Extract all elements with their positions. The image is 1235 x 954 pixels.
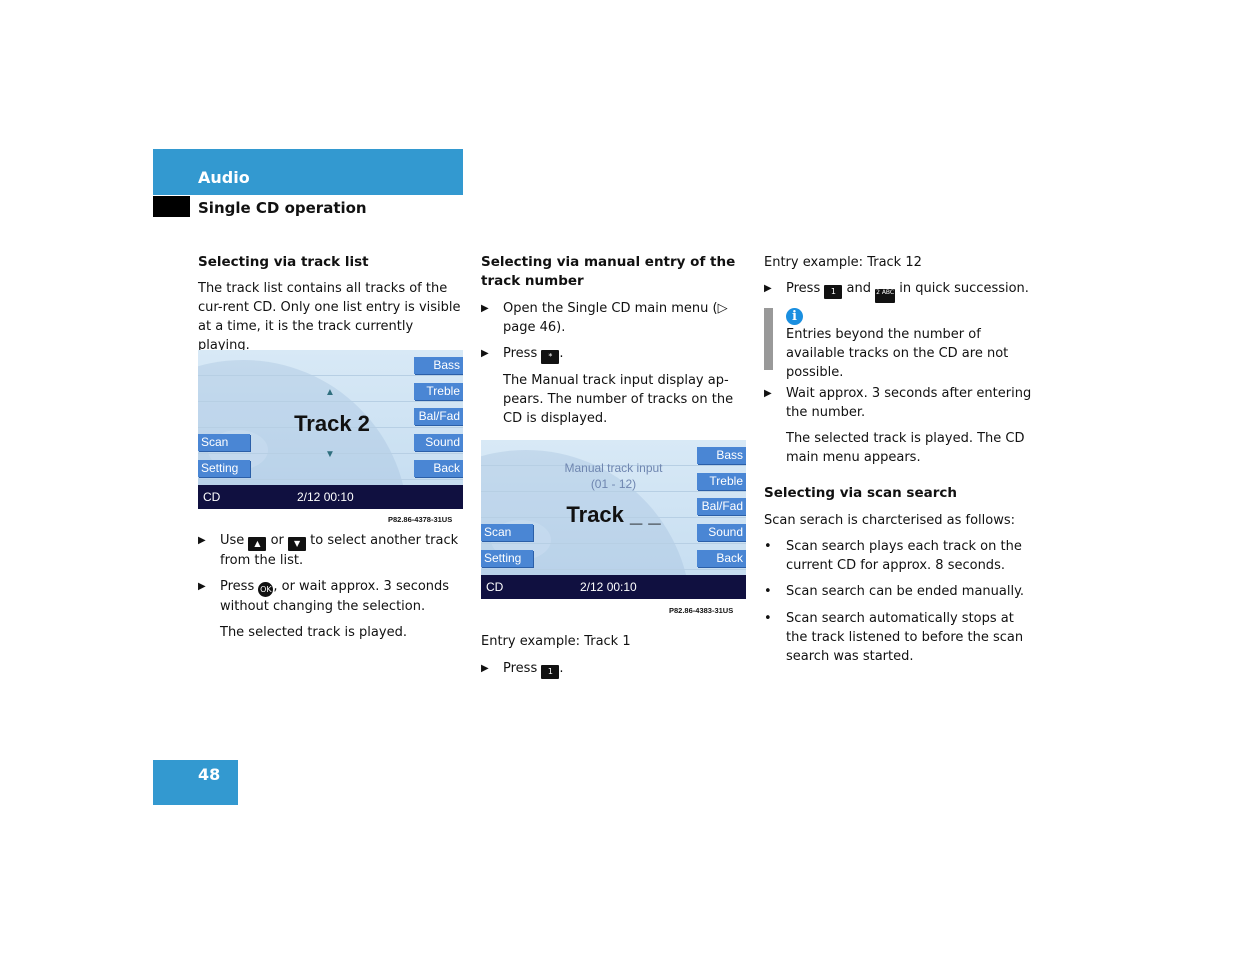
back-button: Back: [697, 550, 746, 567]
down-key-icon: ▼: [288, 537, 307, 551]
figure-caption: P82.86-4378-31US: [388, 515, 453, 524]
setting-button: Setting: [198, 460, 250, 477]
setting-button: Setting: [481, 550, 533, 567]
cd-screen-track-list: Bass Treble Bal/Fad Sound Back Scan Sett…: [198, 350, 463, 509]
step: ▶ Press OK, or wait approx. 3 seconds wit…: [198, 579, 450, 614]
ok-key-icon: OK: [258, 582, 274, 597]
status-bar: CD 2/12 00:10: [481, 575, 746, 599]
example-text: Entry example: Track 12: [764, 255, 922, 270]
step: ▶ Press 1 and 2 ABC in quick succession.: [764, 279, 1036, 303]
result-text: The Manual track input display ap-pears.…: [503, 373, 734, 426]
result-text: The selected track is played. The CD mai…: [786, 431, 1025, 465]
example-text: Entry example: Track 1: [481, 634, 631, 649]
key-1-icon: 1: [541, 665, 560, 679]
status-bar: CD 2/12 00:10: [198, 485, 463, 509]
paragraph: The track list contains all tracks of th…: [198, 281, 461, 353]
heading: Selecting via track list: [198, 254, 369, 270]
source-label: CD: [486, 580, 504, 594]
black-marker: [153, 196, 190, 217]
column-2: Selecting via manual entry of the track …: [481, 253, 749, 428]
page-number: 48: [198, 765, 221, 784]
bullet-item: • Scan search plays each track on the cur…: [764, 539, 1022, 573]
up-key-icon: ▲: [248, 537, 267, 551]
column-3: Entry example: Track 12 ▶ Press 1 and 2 A…: [764, 253, 1036, 666]
step: ▶ Wait approx. 3 seconds after entering t…: [764, 386, 1032, 420]
track-time: 2/12 00:10: [297, 490, 354, 504]
bass-button: Bass: [414, 357, 463, 374]
step: ▶ Use ▲ or ▼ to select another track from…: [198, 533, 459, 568]
track-display: Track _ _: [566, 502, 661, 527]
bullet-item: • Scan search can be ended manually.: [764, 584, 1025, 599]
section-title: Audio: [198, 168, 250, 187]
column-2-bottom: Entry example: Track 1 ▶ Press 1.: [481, 632, 749, 679]
column-1-steps: ▶ Use ▲ or ▼ to select another track from…: [198, 531, 466, 642]
info-icon: i: [786, 308, 803, 325]
key-1-icon: 1: [824, 285, 843, 299]
source-label: CD: [203, 490, 221, 504]
info-box: i Entries beyond the number of available…: [764, 308, 1036, 380]
arrow-up-icon: ▲: [325, 387, 335, 398]
result-text: The selected track is played.: [220, 625, 407, 640]
paragraph: Scan serach is charcterised as follows:: [764, 513, 1015, 528]
figure-caption: P82.86-4383-31US: [669, 606, 734, 615]
key-2-abc-icon: 2 ABC: [875, 289, 896, 303]
info-text: Entries beyond the number of available t…: [786, 327, 1009, 380]
cd-screen-manual-input: Bass Treble Bal/Fad Sound Back Scan Sett…: [481, 440, 746, 599]
back-button: Back: [414, 460, 463, 477]
step: ▶ Press 1.: [481, 659, 749, 679]
track-time: 2/12 00:10: [580, 580, 637, 594]
bullet-item: • Scan search automatically stops at the …: [764, 611, 1024, 664]
heading: Selecting via scan search: [764, 485, 957, 501]
star-key-icon: *: [541, 350, 560, 364]
track-display: Track 2: [294, 411, 370, 436]
screen-title: Manual track input: [564, 461, 663, 475]
treble-button: Treble: [414, 383, 463, 400]
arrow-down-icon: ▼: [325, 449, 335, 460]
heading: Selecting via manual entry of the track …: [481, 254, 736, 289]
subsection-title: Single CD operation: [198, 199, 367, 217]
step: ▶ Press *.: [481, 344, 749, 364]
track-range: (01 - 12): [590, 477, 637, 491]
step: ▶ Open the Single CD main menu (▷ page 46…: [481, 301, 728, 335]
column-1: Selecting via track list The track list …: [198, 253, 466, 355]
page-number-box: [153, 760, 238, 805]
